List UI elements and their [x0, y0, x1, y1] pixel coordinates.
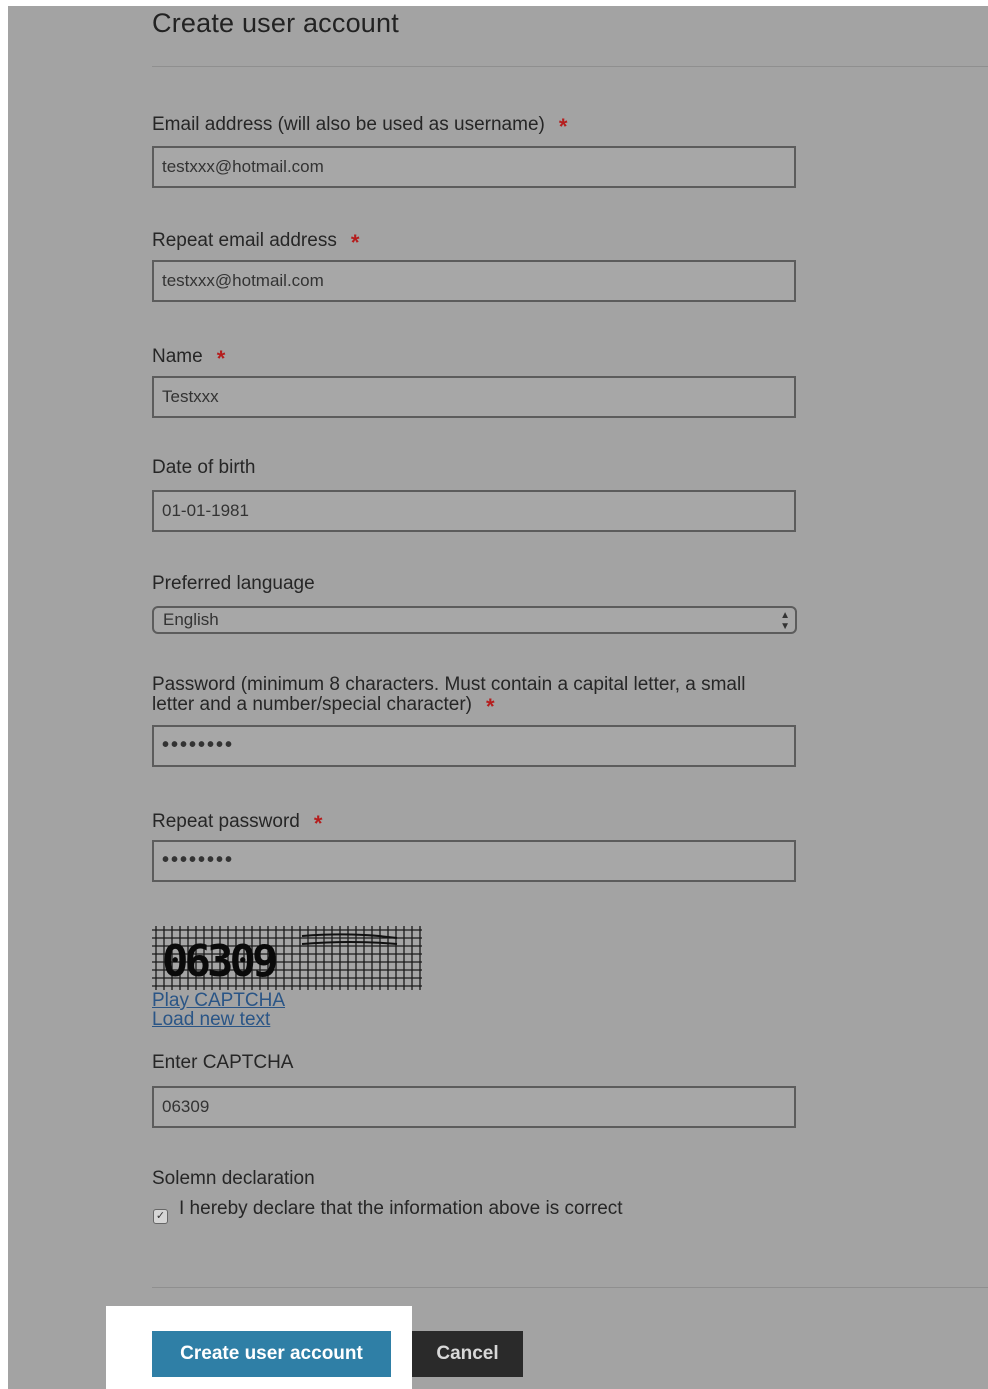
form-page: Create user account Email address (will …: [8, 6, 988, 1389]
page-title: Create user account: [152, 8, 399, 38]
create-account-button[interactable]: Create user account: [152, 1331, 391, 1377]
language-label: Preferred language: [152, 573, 315, 594]
password-field[interactable]: ••••••••: [152, 725, 796, 767]
repeat-email-label: Repeat email address *: [152, 226, 360, 255]
language-select[interactable]: English ▲ ▼: [152, 606, 797, 634]
footer-divider: [152, 1287, 988, 1288]
repeat-password-label: Repeat password *: [152, 807, 323, 836]
repeat-email-field[interactable]: testxxx@hotmail.com: [152, 260, 796, 302]
repeat-password-field[interactable]: ••••••••: [152, 840, 796, 882]
captcha-image: 06309: [152, 926, 422, 990]
password-label-line2: letter and a number/special character): [152, 694, 472, 715]
captcha-text: 06309: [162, 936, 276, 987]
required-asterisk: *: [558, 114, 568, 139]
language-select-value: English: [163, 610, 219, 629]
required-asterisk: *: [350, 230, 360, 255]
select-arrows-icon: ▲ ▼: [780, 610, 790, 632]
captcha-input[interactable]: 06309: [152, 1086, 796, 1128]
declaration-heading: Solemn declaration: [152, 1168, 315, 1189]
password-label-line1: Password (minimum 8 characters. Must con…: [152, 674, 746, 695]
required-asterisk: *: [216, 346, 226, 371]
load-new-text-link[interactable]: Load new text: [152, 1009, 270, 1031]
dob-field[interactable]: 01-01-1981: [152, 490, 796, 532]
email-label: Email address (will also be used as user…: [152, 110, 568, 139]
name-label: Name *: [152, 342, 226, 371]
repeat-email-label-text: Repeat email address: [152, 230, 337, 251]
repeat-password-label-text: Repeat password: [152, 811, 300, 832]
title-divider: [152, 66, 988, 67]
required-asterisk: *: [486, 694, 495, 719]
declaration-checkbox[interactable]: ✓: [153, 1209, 168, 1224]
declaration-checkbox-label: I hereby declare that the information ab…: [179, 1198, 623, 1219]
captcha-input-label: Enter CAPTCHA: [152, 1052, 294, 1073]
name-field[interactable]: Testxxx: [152, 376, 796, 418]
email-label-text: Email address (will also be used as user…: [152, 114, 545, 135]
cancel-button[interactable]: Cancel: [412, 1331, 523, 1377]
dob-label: Date of birth: [152, 457, 256, 478]
name-label-text: Name: [152, 346, 203, 367]
email-field[interactable]: testxxx@hotmail.com: [152, 146, 796, 188]
required-asterisk: *: [313, 811, 323, 836]
password-label: Password (minimum 8 characters. Must con…: [152, 674, 792, 718]
